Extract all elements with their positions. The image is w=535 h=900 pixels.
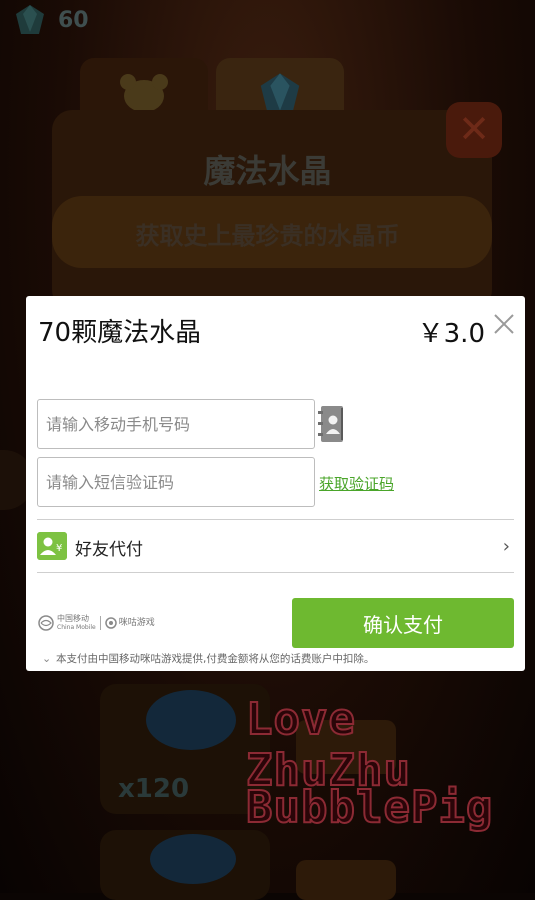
phone-input[interactable] xyxy=(38,400,314,448)
close-icon[interactable] xyxy=(493,310,515,338)
svg-text:¥: ¥ xyxy=(56,543,62,554)
confirm-pay-button[interactable]: 确认支付 xyxy=(292,598,514,648)
code-field[interactable] xyxy=(37,457,315,507)
product-price: ￥3.0 xyxy=(417,319,485,349)
migu-logo-icon xyxy=(104,617,117,629)
provider-logos: 中国移动 China Mobile 咪咕游戏 xyxy=(38,612,155,634)
china-mobile-logo-icon xyxy=(38,615,54,631)
crystal-pot-icon xyxy=(146,690,236,750)
code-input[interactable] xyxy=(38,458,314,506)
chevron-down-icon[interactable]: ⌄ xyxy=(42,652,56,665)
contacts-book-icon[interactable] xyxy=(318,404,346,444)
friend-pay-row[interactable]: ¥ 好友代付 › xyxy=(37,528,514,564)
china-mobile-logo-en: China Mobile xyxy=(57,624,96,631)
phone-field[interactable] xyxy=(37,399,315,449)
friend-pay-label: 好友代付 xyxy=(75,540,143,560)
pack-price-button[interactable] xyxy=(296,860,396,900)
shop-subtitle: 获取史上最珍贵的水晶币 xyxy=(135,222,400,250)
shop-title: 魔法水晶 xyxy=(203,152,332,190)
friend-pay-icon: ¥ xyxy=(37,532,67,560)
chevron-right-icon: › xyxy=(502,536,510,557)
migu-logo-text: 咪咕游戏 xyxy=(118,617,155,628)
pack-quantity: x120 xyxy=(118,774,190,804)
watermark-line-1: Love ZhuZhu xyxy=(245,693,411,797)
product-title: 70颗魔法水晶 xyxy=(38,318,202,348)
crystal-pot-icon xyxy=(150,834,236,884)
payment-dialog: 70颗魔法水晶 ￥3.0 获取验证码 ¥ 好友代付 › xyxy=(26,296,525,671)
divider xyxy=(37,519,514,520)
china-mobile-logo-text: 中国移动 xyxy=(57,614,89,623)
crystal-icon xyxy=(16,5,44,34)
payment-footnote: 本支付由中国移动咪咕游戏提供,付费金额将从您的话费账户中扣除。 xyxy=(56,653,375,665)
get-code-link[interactable]: 获取验证码 xyxy=(319,473,394,494)
gem-count: 60 xyxy=(58,8,89,33)
watermark-line-2: BubblePig xyxy=(245,781,494,834)
divider xyxy=(37,572,514,573)
